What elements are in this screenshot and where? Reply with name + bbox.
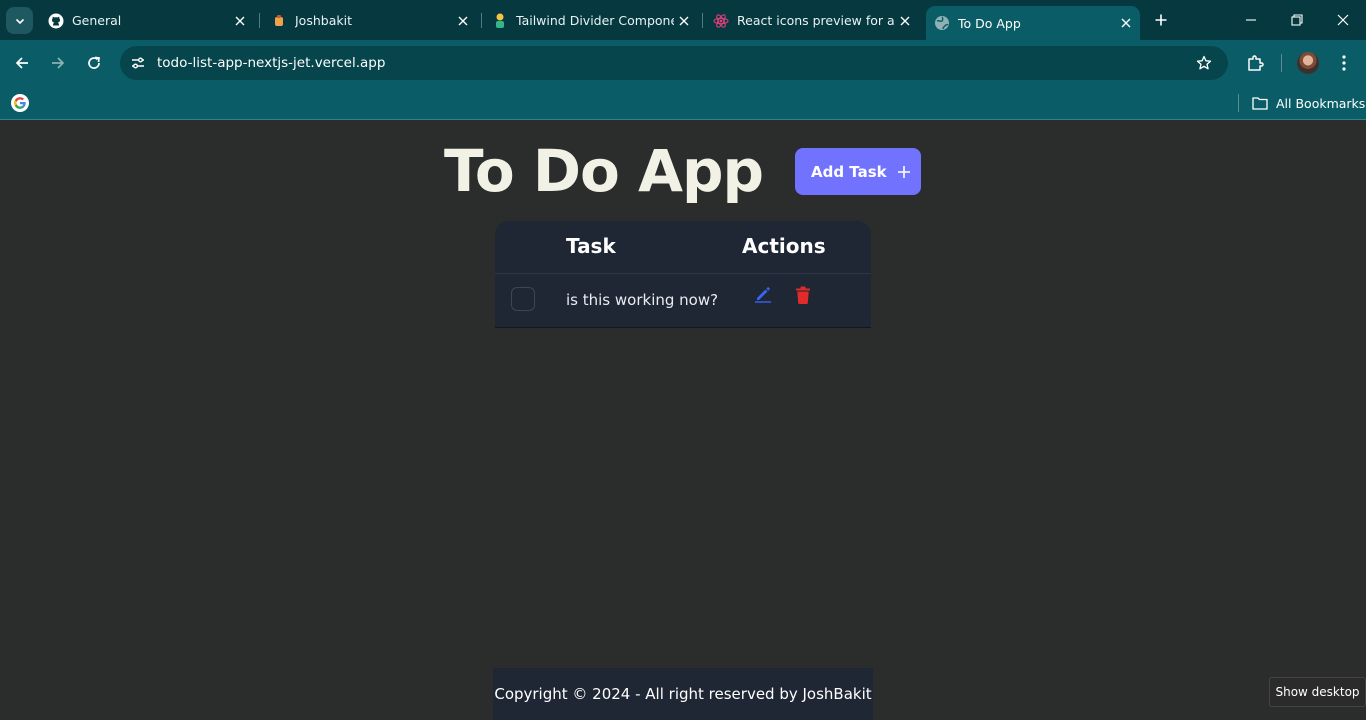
- reload-button[interactable]: [80, 49, 108, 77]
- footer: Copyright © 2024 - All right reserved by…: [493, 668, 873, 720]
- puzzle-icon: [1248, 55, 1264, 71]
- tab-divider: [481, 13, 482, 28]
- restore-button[interactable]: [1282, 6, 1312, 34]
- browser-toolbar: todo-list-app-nextjs-jet.vercel.app: [0, 40, 1366, 86]
- plus-icon: [1155, 14, 1167, 26]
- all-bookmarks-label: All Bookmarks: [1276, 95, 1366, 111]
- tab-title: General: [72, 13, 122, 28]
- page-title: To Do App: [444, 137, 764, 205]
- close-tab-icon[interactable]: [230, 11, 250, 31]
- close-tab-icon[interactable]: [674, 11, 694, 31]
- bookmarks-bar: All Bookmarks: [0, 86, 1366, 120]
- minimize-button[interactable]: [1236, 6, 1266, 34]
- avatar: [1297, 52, 1319, 74]
- toolbar-divider: [1281, 54, 1282, 72]
- tab-to-do-app[interactable]: To Do App: [926, 6, 1140, 40]
- github-icon: [48, 13, 64, 29]
- task-table: Task Actions is this working now?: [495, 221, 871, 328]
- folder-icon: [1252, 97, 1268, 110]
- joshbakit-favicon-icon: [271, 13, 287, 29]
- more-vert-icon: [1342, 55, 1346, 71]
- edit-icon[interactable]: [754, 285, 772, 303]
- bookmarks-divider: [1238, 94, 1239, 112]
- page-content: To Do App Add Task Task Actions is this …: [0, 121, 1366, 720]
- copyright-text: Copyright © 2024 - All right reserved by…: [494, 685, 872, 703]
- add-task-label: Add Task: [811, 162, 887, 181]
- column-header-actions: Actions: [742, 234, 826, 258]
- tab-title: Joshbakit: [295, 13, 352, 28]
- react-icon: [713, 13, 729, 29]
- task-text: is this working now?: [566, 291, 719, 309]
- arrow-left-icon: [15, 57, 28, 69]
- bookmark-star-icon[interactable]: [1194, 53, 1214, 73]
- arrow-right-icon: [52, 57, 65, 69]
- new-tab-button[interactable]: [1149, 8, 1173, 32]
- profile-button[interactable]: [1294, 49, 1322, 77]
- tab-title: To Do App: [958, 15, 1021, 31]
- tab-general[interactable]: General: [40, 7, 254, 34]
- tab-search-button[interactable]: [6, 7, 33, 34]
- plus-icon: [897, 165, 911, 179]
- url-text: todo-list-app-nextjs-jet.vercel.app: [157, 55, 386, 71]
- back-button[interactable]: [8, 49, 36, 77]
- tab-react-icons[interactable]: React icons preview for ai: [705, 7, 919, 34]
- close-window-button[interactable]: [1328, 6, 1358, 34]
- site-settings-icon[interactable]: [128, 53, 148, 73]
- show-desktop-tooltip: Show desktop: [1269, 677, 1366, 707]
- minimize-icon: [1246, 19, 1256, 21]
- tab-title: React icons preview for ai: [737, 13, 895, 28]
- forward-button[interactable]: [44, 49, 72, 77]
- header-divider: [495, 273, 871, 274]
- tab-tailwind-divider[interactable]: Tailwind Divider Component: [484, 7, 698, 34]
- reload-icon: [88, 56, 100, 69]
- task-checkbox[interactable]: [511, 287, 535, 311]
- tab-title: Tailwind Divider Component: [516, 13, 674, 28]
- close-tab-icon[interactable]: [1116, 13, 1136, 33]
- tooltip-text: Show desktop: [1275, 685, 1360, 699]
- tailwind-favicon-icon: [492, 13, 508, 29]
- column-header-task: Task: [566, 234, 616, 258]
- tab-divider: [259, 13, 260, 28]
- tab-divider: [702, 13, 703, 28]
- globe-icon: [934, 15, 950, 31]
- chevron-down-icon: [15, 18, 24, 24]
- tab-joshbakit[interactable]: Joshbakit: [263, 7, 477, 34]
- google-icon[interactable]: [11, 94, 29, 112]
- tab-strip: General Joshbakit Tailwind Divider Compo…: [0, 0, 1366, 40]
- browser-menu-button[interactable]: [1330, 49, 1358, 77]
- trash-icon[interactable]: [795, 286, 811, 304]
- close-icon: [1337, 14, 1349, 26]
- address-bar[interactable]: todo-list-app-nextjs-jet.vercel.app: [120, 46, 1228, 80]
- restore-icon: [1291, 14, 1303, 26]
- add-task-button[interactable]: Add Task: [795, 148, 921, 195]
- all-bookmarks-button[interactable]: All Bookmarks: [1252, 93, 1365, 113]
- close-tab-icon[interactable]: [895, 11, 915, 31]
- extensions-button[interactable]: [1241, 49, 1269, 77]
- close-tab-icon[interactable]: [453, 11, 473, 31]
